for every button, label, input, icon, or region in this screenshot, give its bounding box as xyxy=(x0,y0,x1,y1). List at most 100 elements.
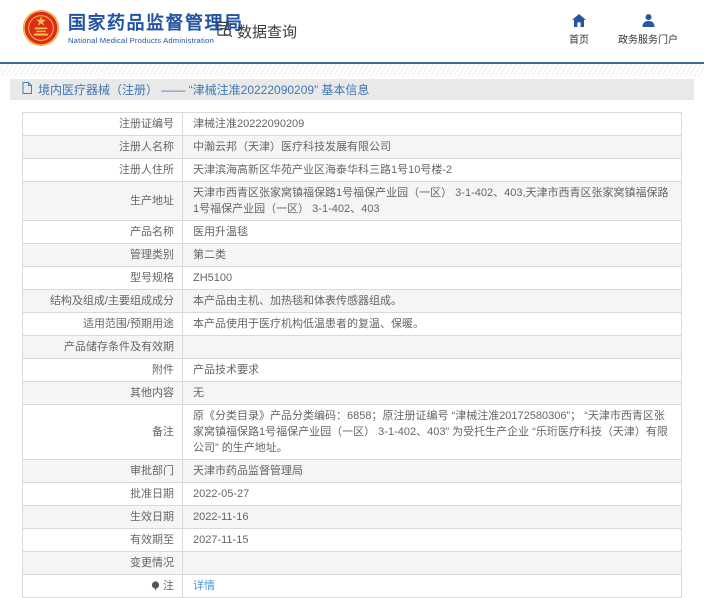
table-row: 管理类别 第二类 xyxy=(23,244,681,267)
row-value-text: 2022-05-27 xyxy=(193,486,249,502)
row-label: 生效日期 xyxy=(23,506,183,528)
row-value-text: 第二类 xyxy=(193,247,226,263)
row-value-text: 津械注准20222090209 xyxy=(193,116,304,132)
row-value-text: 本产品由主机、加热毯和体表传感器组成。 xyxy=(193,293,402,309)
nav-home[interactable]: 首页 xyxy=(564,13,594,46)
row-label: 型号规格 xyxy=(23,267,183,289)
row-value-text: 中瀚云邦（天津）医疗科技发展有限公司 xyxy=(193,139,391,155)
nav-data-query[interactable]: 数据查询 xyxy=(216,21,297,42)
row-label: 生产地址 xyxy=(23,182,183,220)
row-value-text: 无 xyxy=(193,385,204,401)
table-row: 审批部门 天津市药品监督管理局 xyxy=(23,460,681,483)
row-value: 本产品使用于医疗机构低温患者的复温、保暖。 xyxy=(183,313,681,335)
row-value-text: 产品技术要求 xyxy=(193,362,259,378)
row-label: 注册证编号 xyxy=(23,113,183,135)
row-label: 有效期至 xyxy=(23,529,183,551)
table-row: 附件 产品技术要求 xyxy=(23,359,681,382)
row-value: 2027-11-15 xyxy=(183,529,681,551)
national-emblem-logo xyxy=(22,9,60,47)
row-label-text: 注册人名称 xyxy=(119,139,174,155)
row-label: 变更情况 xyxy=(23,552,183,574)
row-label: 其他内容 xyxy=(23,382,183,404)
row-value: 医用升温毯 xyxy=(183,221,681,243)
hatch-strip xyxy=(0,64,704,76)
row-label-text: 附件 xyxy=(152,362,174,378)
row-value: 2022-11-16 xyxy=(183,506,681,528)
row-value-text: 本产品使用于医疗机构低温患者的复温、保暖。 xyxy=(193,316,424,332)
table-row: 批准日期 2022-05-27 xyxy=(23,483,681,506)
row-value: 天津滨海高新区华苑产业区海泰华科三路1号10号楼-2 xyxy=(183,159,681,181)
row-label: 产品名称 xyxy=(23,221,183,243)
row-label: 注 xyxy=(23,575,183,597)
user-icon xyxy=(642,13,655,27)
note-icon xyxy=(151,581,160,591)
row-value xyxy=(183,336,681,358)
row-label-text: 变更情况 xyxy=(130,555,174,571)
table-row: 生效日期 2022-11-16 xyxy=(23,506,681,529)
row-label-text: 型号规格 xyxy=(130,270,174,286)
row-label-text: 其他内容 xyxy=(130,385,174,401)
row-value: 第二类 xyxy=(183,244,681,266)
row-label-text: 注册人住所 xyxy=(119,162,174,178)
header: 国家药品监督管理局 National Medical Products Admi… xyxy=(0,0,704,62)
row-label-text: 适用范围/预期用途 xyxy=(83,316,174,332)
info-table: 注册证编号 津械注准20222090209 注册人名称 中瀚云邦（天津）医疗科技… xyxy=(22,112,682,598)
row-value-text: 天津滨海高新区华苑产业区海泰华科三路1号10号楼-2 xyxy=(193,162,452,178)
table-row: 注册证编号 津械注准20222090209 xyxy=(23,113,681,136)
row-value-text: 2027-11-15 xyxy=(193,532,248,548)
row-value-text: 2022-11-16 xyxy=(193,509,248,525)
page-title-text: 境内医疗器械（注册） —— “津械注准20222090209” 基本信息 xyxy=(38,81,369,98)
row-label-text: 注 xyxy=(163,578,174,594)
row-label: 注册人名称 xyxy=(23,136,183,158)
row-label-text: 结构及组成/主要组成成分 xyxy=(50,293,174,309)
row-label: 适用范围/预期用途 xyxy=(23,313,183,335)
row-value: 天津市药品监督管理局 xyxy=(183,460,681,482)
nav-home-label: 首页 xyxy=(569,31,589,46)
table-row: 产品名称 医用升温毯 xyxy=(23,221,681,244)
row-value: 2022-05-27 xyxy=(183,483,681,505)
row-label-text: 生产地址 xyxy=(130,193,174,209)
table-row: 有效期至 2027-11-15 xyxy=(23,529,681,552)
row-value: 天津市西青区张家窝镇福保路1号福保产业园（一区） 3-1-402、403,天津市… xyxy=(183,182,681,220)
home-icon xyxy=(572,13,586,27)
row-label-text: 审批部门 xyxy=(130,463,174,479)
row-label: 备注 xyxy=(23,405,183,459)
nav-portal[interactable]: 政务服务门户 xyxy=(618,13,678,46)
row-label-text: 产品名称 xyxy=(130,224,174,240)
row-label: 产品储存条件及有效期 xyxy=(23,336,183,358)
row-value xyxy=(183,552,681,574)
brand: 国家药品监督管理局 National Medical Products Admi… xyxy=(22,9,244,47)
page-title-bar: 境内医疗器械（注册） —— “津械注准20222090209” 基本信息 xyxy=(10,79,694,100)
row-label: 结构及组成/主要组成成分 xyxy=(23,290,183,312)
page: { "header": { "agency_name_cn": "国家药品监督管… xyxy=(0,0,704,595)
row-label-text: 备注 xyxy=(152,424,174,440)
row-value-text: 医用升温毯 xyxy=(193,224,248,240)
table-row: 其他内容 无 xyxy=(23,382,681,405)
table-row: 注册人住所 天津滨海高新区华苑产业区海泰华科三路1号10号楼-2 xyxy=(23,159,681,182)
row-value: ZH5100 xyxy=(183,267,681,289)
row-value-text: 原《分类目录》产品分类编码：6858；原注册证编号 “津械注准201725803… xyxy=(193,408,671,456)
row-label: 附件 xyxy=(23,359,183,381)
row-value: 详情 xyxy=(183,575,681,597)
row-label: 注册人住所 xyxy=(23,159,183,181)
table-row: 型号规格 ZH5100 xyxy=(23,267,681,290)
row-label: 审批部门 xyxy=(23,460,183,482)
row-label-text: 产品储存条件及有效期 xyxy=(64,339,174,355)
nav-portal-label: 政务服务门户 xyxy=(618,31,678,46)
row-value: 中瀚云邦（天津）医疗科技发展有限公司 xyxy=(183,136,681,158)
table-row: 注册人名称 中瀚云邦（天津）医疗科技发展有限公司 xyxy=(23,136,681,159)
row-value-text: 天津市药品监督管理局 xyxy=(193,463,303,479)
row-value-text: 天津市西青区张家窝镇福保路1号福保产业园（一区） 3-1-402、403,天津市… xyxy=(193,185,671,217)
doc-search-icon xyxy=(216,21,233,42)
row-value: 无 xyxy=(183,382,681,404)
page-icon xyxy=(22,82,32,97)
detail-link[interactable]: 详情 xyxy=(193,578,215,594)
table-row: 变更情况 xyxy=(23,552,681,575)
table-row: 生产地址 天津市西青区张家窝镇福保路1号福保产业园（一区） 3-1-402、40… xyxy=(23,182,681,221)
data-query-label: 数据查询 xyxy=(237,21,297,42)
row-label-text: 生效日期 xyxy=(130,509,174,525)
row-value: 原《分类目录》产品分类编码：6858；原注册证编号 “津械注准201725803… xyxy=(183,405,681,459)
row-value: 本产品由主机、加热毯和体表传感器组成。 xyxy=(183,290,681,312)
header-nav: 首页 政务服务门户 xyxy=(564,13,678,46)
table-row: 结构及组成/主要组成成分 本产品由主机、加热毯和体表传感器组成。 xyxy=(23,290,681,313)
